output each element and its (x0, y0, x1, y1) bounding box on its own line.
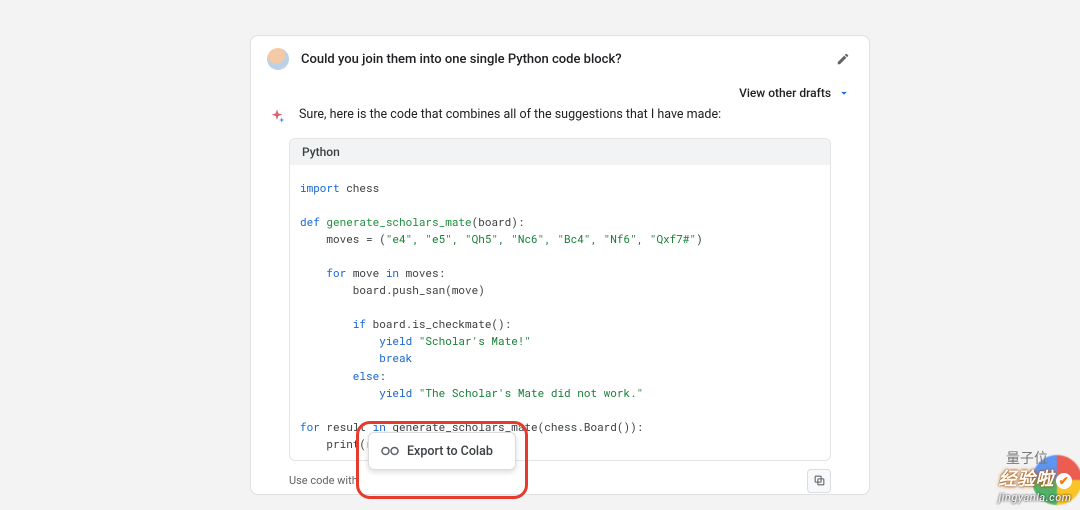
chevron-down-icon (837, 86, 851, 100)
code-language-label: Python (289, 138, 831, 165)
assistant-intro-text: Sure, here is the code that combines all… (299, 106, 721, 124)
export-to-colab-popover[interactable]: Export to Colab (368, 432, 516, 470)
assistant-message-row: Sure, here is the code that combines all… (251, 106, 869, 134)
view-other-drafts-button[interactable]: View other drafts (251, 82, 869, 106)
watermark-primary: 经验啦✔ jingyanla.com (999, 465, 1073, 504)
copy-code-button[interactable] (807, 469, 831, 493)
code-footer-row: Use code with (251, 461, 869, 495)
chat-card: Could you join them into one single Pyth… (250, 35, 870, 495)
copy-icon (813, 474, 826, 487)
view-other-drafts-label: View other drafts (739, 86, 831, 100)
bard-spark-icon (267, 106, 287, 126)
user-avatar (267, 48, 289, 70)
pencil-icon (836, 52, 850, 66)
user-prompt-text: Could you join them into one single Pyth… (301, 52, 821, 67)
watermark-brand: 经验啦 (999, 469, 1055, 490)
user-message-row: Could you join them into one single Pyth… (251, 36, 869, 82)
code-block: Python import chess def generate_scholar… (251, 134, 869, 461)
edit-prompt-button[interactable] (833, 49, 853, 69)
watermark-url: jingyanla.com (999, 491, 1073, 504)
use-code-caution-label: Use code with (289, 474, 358, 487)
colab-icon (381, 445, 399, 457)
watermark-check-icon: ✔ (1056, 473, 1072, 489)
code-content: import chess def generate_scholars_mate(… (289, 165, 831, 461)
export-to-colab-label: Export to Colab (407, 444, 493, 459)
